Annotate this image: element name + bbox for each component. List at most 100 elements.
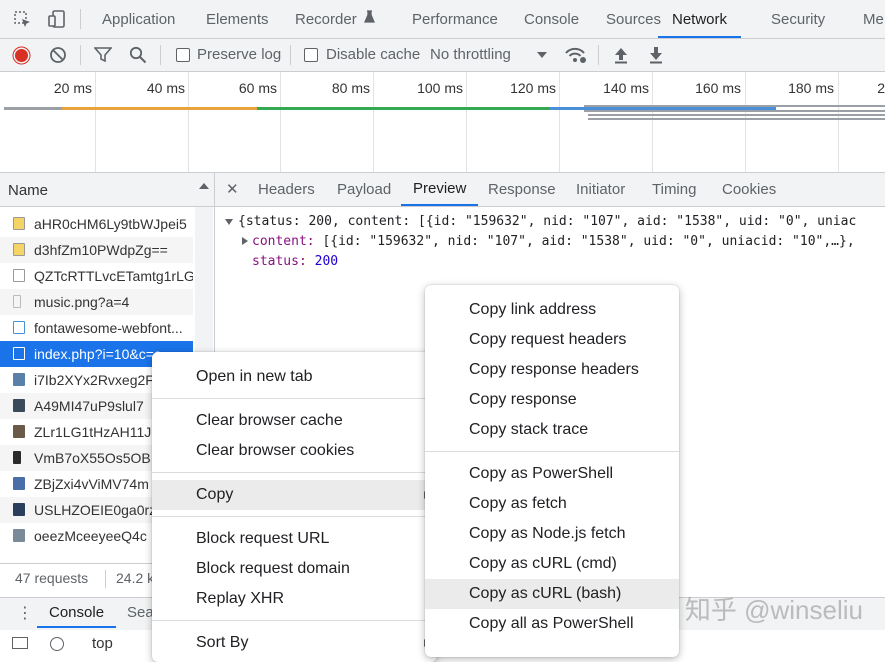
status-value: 200 (314, 254, 339, 269)
menu-item-clear-browser-cache[interactable]: Clear browser cache (152, 406, 437, 436)
menu-item-clear-browser-cookies[interactable]: Clear browser cookies (152, 436, 437, 466)
font-file-icon (13, 321, 25, 334)
inspect-element-icon[interactable] (14, 11, 30, 27)
throttling-select[interactable]: No throttling (430, 39, 511, 71)
menu-separator (152, 472, 437, 473)
transferred-size: 24.2 k (116, 570, 155, 586)
preserve-log-checkbox[interactable] (176, 48, 190, 62)
tab-response[interactable]: Response (488, 173, 556, 206)
image-file-icon (13, 243, 25, 256)
tab-timing[interactable]: Timing (652, 173, 696, 206)
drawer-tab-search[interactable]: Sea (127, 598, 154, 628)
menu-item-copy-response[interactable]: Copy response (425, 385, 679, 415)
timeline-tick: 2 (877, 80, 885, 96)
menu-item-copy-as-curl-bash[interactable]: Copy as cURL (bash) (425, 579, 679, 609)
tab-network[interactable]: Network (658, 0, 742, 38)
filter-icon[interactable] (93, 47, 113, 66)
menu-item-copy-request-headers[interactable]: Copy request headers (425, 325, 679, 355)
tab-console[interactable]: Console (524, 0, 579, 38)
menu-item-copy-all-as-powershell[interactable]: Copy all as PowerShell (425, 609, 679, 639)
image-thumbnail-icon (13, 373, 25, 386)
export-har-icon[interactable] (648, 46, 664, 67)
copy-submenu: Copy link address Copy request headers C… (425, 285, 679, 657)
menu-item-replay-xhr[interactable]: Replay XHR (152, 584, 437, 614)
tab-headers[interactable]: Headers (258, 173, 315, 206)
menu-item-sort-by[interactable]: Sort By (152, 628, 437, 658)
list-item[interactable]: d3hfZm10PWdpZg== (0, 237, 193, 263)
menu-item-copy[interactable]: Copy (152, 480, 437, 510)
devtools-tab-bar: Application Elements Recorder Performanc… (0, 0, 885, 39)
clear-console-icon[interactable] (50, 637, 64, 651)
preview-content-row[interactable]: content: [{id: "159632", nid: "107", aid… (252, 234, 855, 249)
sort-ascending-icon (199, 183, 209, 189)
tab-performance[interactable]: Performance (412, 0, 498, 38)
menu-item-open-in-new-tab[interactable]: Open in new tab (152, 362, 437, 392)
context-select[interactable]: top (92, 635, 113, 652)
network-conditions-icon[interactable] (564, 45, 588, 68)
chevron-down-icon[interactable] (537, 52, 547, 58)
preview-status-row[interactable]: status: 200 (252, 254, 338, 269)
tab-sources[interactable]: Sources (606, 0, 661, 38)
list-item[interactable]: music.png?a=4 (0, 289, 193, 315)
tab-elements[interactable]: Elements (206, 0, 269, 38)
list-item[interactable]: fontawesome-webfont... (0, 315, 193, 341)
timeline-overview[interactable]: 20 ms 40 ms 60 ms 80 ms 100 ms 120 ms 14… (0, 72, 885, 173)
image-thumbnail-icon (13, 477, 25, 490)
waterfall-bar (584, 110, 885, 112)
menu-item-copy-as-curl-cmd[interactable]: Copy as cURL (cmd) (425, 549, 679, 579)
tab-initiator[interactable]: Initiator (576, 173, 625, 206)
divider (598, 45, 599, 65)
tab-payload[interactable]: Payload (337, 173, 391, 206)
image-thumbnail-icon (13, 503, 25, 516)
list-item[interactable]: aHR0cHM6Ly9tbWJpei5 (0, 211, 193, 237)
disable-cache-checkbox[interactable] (304, 48, 318, 62)
status-key: status: (252, 254, 307, 269)
waterfall-bar (584, 105, 885, 107)
preview-root-object[interactable]: {status: 200, content: [{id: "159632", n… (238, 214, 856, 229)
record-icon[interactable] (12, 46, 31, 68)
menu-item-copy-stack-trace[interactable]: Copy stack trace (425, 415, 679, 445)
expand-triangle-icon[interactable] (242, 237, 248, 245)
waterfall-bar (588, 118, 885, 120)
tab-cookies[interactable]: Cookies (722, 173, 776, 206)
menu-item-copy-as-powershell[interactable]: Copy as PowerShell (425, 459, 679, 489)
image-thumbnail-icon (13, 529, 25, 542)
name-header-label: Name (8, 182, 49, 199)
drawer-tab-console[interactable]: Console (37, 598, 117, 628)
menu-item-copy-as-nodejs-fetch[interactable]: Copy as Node.js fetch (425, 519, 679, 549)
tab-application[interactable]: Application (102, 0, 175, 38)
list-item[interactable]: QZTcRTTLvcETamtg1rLG. (0, 263, 193, 289)
device-toolbar-icon[interactable] (47, 9, 67, 32)
tab-recorder[interactable]: Recorder (295, 0, 375, 38)
content-key: content: (252, 234, 315, 249)
clear-icon[interactable] (49, 46, 67, 67)
more-options-icon[interactable]: ⋮ (17, 605, 33, 623)
timeline-tick: 20 ms (53, 80, 92, 96)
image-thumbnail-icon (13, 425, 25, 438)
flask-icon (363, 0, 375, 40)
detail-tab-bar: ✕ Headers Payload Preview Response Initi… (215, 173, 885, 207)
waterfall-bar (588, 114, 885, 116)
import-har-icon[interactable] (613, 46, 629, 67)
divider (160, 45, 161, 65)
menu-item-block-request-domain[interactable]: Block request domain (152, 554, 437, 584)
timeline-tick: 60 ms (238, 80, 277, 96)
timeline-tick: 160 ms (695, 80, 741, 96)
tab-preview[interactable]: Preview (401, 173, 479, 206)
tab-more[interactable]: Me (863, 0, 884, 38)
menu-item-copy-response-headers[interactable]: Copy response headers (425, 355, 679, 385)
menu-separator (425, 451, 679, 452)
name-column-header[interactable]: Name (0, 173, 214, 207)
preserve-log-label: Preserve log (197, 46, 282, 63)
menu-item-block-request-url[interactable]: Block request URL (152, 524, 437, 554)
menu-item-copy-as-fetch[interactable]: Copy as fetch (425, 489, 679, 519)
request-count: 47 requests (15, 570, 89, 586)
menu-item-copy-link-address[interactable]: Copy link address (425, 295, 679, 325)
menu-separator (152, 620, 437, 621)
close-icon[interactable]: ✕ (226, 180, 239, 198)
sidebar-toggle-icon[interactable] (12, 637, 28, 649)
search-icon[interactable] (129, 46, 147, 67)
collapse-triangle-icon[interactable] (225, 219, 233, 225)
tab-security[interactable]: Security (771, 0, 825, 38)
divider (80, 9, 81, 29)
